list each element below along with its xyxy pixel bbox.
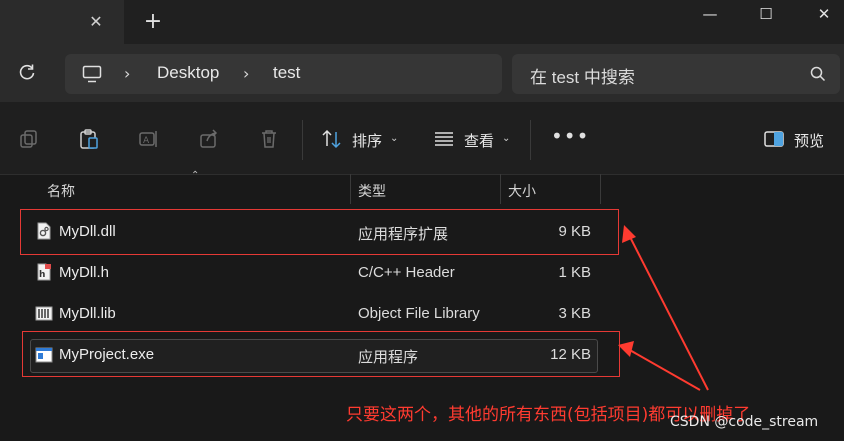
breadcrumb-test[interactable]: test bbox=[273, 63, 300, 83]
minimize-button[interactable]: — bbox=[680, 0, 740, 30]
view-button[interactable]: 查看 bbox=[464, 130, 494, 151]
breadcrumb-desktop[interactable]: Desktop bbox=[157, 63, 219, 83]
new-tab-button[interactable]: + bbox=[143, 11, 163, 33]
preview-pane-icon[interactable] bbox=[763, 128, 785, 150]
highlight-box bbox=[22, 331, 620, 377]
paste-icon[interactable] bbox=[78, 128, 100, 150]
search-icon[interactable] bbox=[810, 66, 826, 86]
header-file-icon: h bbox=[35, 263, 53, 281]
toolbar-divider bbox=[530, 120, 531, 160]
column-size[interactable]: 大小 bbox=[508, 181, 536, 201]
sort-button[interactable]: 排序 bbox=[352, 130, 382, 151]
toolbar-divider bbox=[302, 120, 303, 160]
svg-text:A: A bbox=[143, 136, 150, 146]
file-type: C/C++ Header bbox=[358, 264, 455, 281]
file-type: Object File Library bbox=[358, 305, 480, 322]
sort-up-icon: ⌃ bbox=[191, 170, 200, 181]
sort-icon[interactable] bbox=[321, 128, 343, 150]
lib-file-icon bbox=[35, 304, 53, 322]
column-type[interactable]: 类型 bbox=[358, 181, 386, 201]
preview-button[interactable]: 预览 bbox=[794, 130, 824, 151]
column-divider[interactable] bbox=[500, 174, 501, 204]
column-divider[interactable] bbox=[350, 174, 351, 204]
watermark: CSDN @code_stream bbox=[670, 414, 819, 430]
tab-close-icon[interactable]: ✕ bbox=[86, 12, 106, 32]
chevron-down-icon[interactable]: ⌄ bbox=[390, 133, 398, 144]
this-pc-icon[interactable] bbox=[82, 64, 102, 88]
close-window-button[interactable]: ✕ bbox=[794, 0, 844, 30]
svg-text:h: h bbox=[39, 270, 45, 280]
view-icon[interactable] bbox=[433, 128, 455, 150]
chevron-right-icon[interactable]: › bbox=[124, 64, 130, 83]
file-name[interactable]: MyDll.h bbox=[59, 264, 109, 281]
rename-icon[interactable]: A bbox=[138, 128, 160, 150]
chevron-right-icon[interactable]: › bbox=[243, 64, 249, 83]
column-divider[interactable] bbox=[600, 174, 601, 204]
annotation-arrows bbox=[618, 225, 709, 391]
file-size: 3 KB bbox=[558, 305, 591, 322]
file-name[interactable]: MyDll.lib bbox=[59, 305, 116, 322]
chevron-down-icon[interactable]: ⌄ bbox=[502, 133, 510, 144]
list-item[interactable] bbox=[30, 257, 596, 289]
column-header bbox=[0, 174, 844, 204]
copy-icon[interactable] bbox=[18, 128, 40, 150]
column-name[interactable]: 名称 bbox=[47, 181, 75, 201]
share-icon[interactable] bbox=[198, 128, 220, 150]
search-input[interactable]: 在 test 中搜索 bbox=[530, 63, 635, 88]
file-size: 1 KB bbox=[558, 264, 591, 281]
highlight-box bbox=[20, 209, 619, 255]
maximize-button[interactable]: ☐ bbox=[736, 0, 796, 30]
command-bar bbox=[0, 102, 844, 175]
more-options-button[interactable]: ••• bbox=[551, 124, 589, 148]
refresh-icon[interactable] bbox=[16, 62, 38, 84]
delete-icon[interactable] bbox=[258, 128, 280, 150]
